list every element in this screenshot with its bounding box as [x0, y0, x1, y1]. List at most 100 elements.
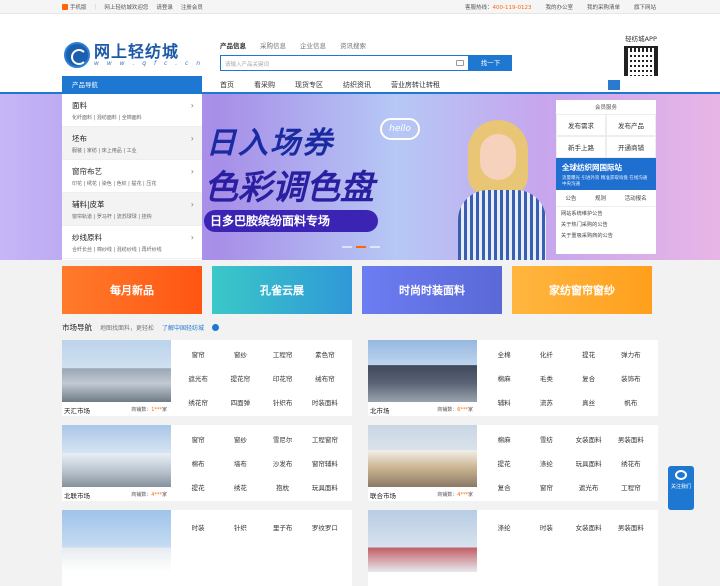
- newbie-guide-button[interactable]: 新手上路: [556, 136, 606, 158]
- market-tag[interactable]: 玩具面料: [568, 451, 610, 475]
- market-tag[interactable]: 窗帘: [177, 427, 219, 451]
- nav-home[interactable]: 首页: [220, 76, 234, 94]
- market-tag[interactable]: 流苏: [525, 390, 567, 414]
- tab-events[interactable]: 活动报名: [625, 194, 647, 202]
- market-tag[interactable]: 毛类: [525, 366, 567, 390]
- my-purchase-menu[interactable]: 我的采购清单: [587, 3, 620, 11]
- market-tag[interactable]: 沙发布: [262, 451, 304, 475]
- category-accessories[interactable]: 辅料|皮革 窗帘轨道 | 罗马杆 | 流苏球球 | 挂钩 ›: [62, 193, 202, 226]
- market-tag[interactable]: 时装面料: [304, 390, 346, 414]
- sites-menu[interactable]: 旗下网站: [634, 3, 656, 11]
- carousel-dot[interactable]: [342, 246, 352, 248]
- market-card[interactable]: 涤纶 时装 女装面料 男装面料: [368, 510, 658, 586]
- market-tag[interactable]: 窗纱: [219, 342, 261, 366]
- market-tag[interactable]: 全棉: [483, 342, 525, 366]
- market-card[interactable]: 联合市场 商铺数：4***家 棉麻 雪纺 女装面料 男装面料 提花 涤纶 玩具面料 绣花布 复…: [368, 425, 658, 501]
- market-tag[interactable]: 帆布: [610, 390, 652, 414]
- market-tag[interactable]: 棉麻: [483, 366, 525, 390]
- market-tag[interactable]: 遮光布: [568, 475, 610, 499]
- market-card[interactable]: 北联市场 商铺数：4***家 窗帘 窗纱 雪尼尔 工程窗帘 棉布 墙布 沙发布 窗帘辅料 提花…: [62, 425, 352, 501]
- card-peacock-expo[interactable]: 孔雀云展: [212, 266, 352, 314]
- market-tag[interactable]: 窗帘: [525, 475, 567, 499]
- card-home-textile[interactable]: 家纺窗帘窗纱: [512, 266, 652, 314]
- tab-notices[interactable]: 公告: [565, 194, 576, 202]
- nav-spot-goods[interactable]: 现货专区: [295, 76, 323, 94]
- market-card[interactable]: 时装 针织 里子布 罗纹罗口: [62, 510, 352, 586]
- market-tag[interactable]: 涤纶: [483, 512, 525, 542]
- open-shop-button[interactable]: 开通商铺: [606, 136, 656, 158]
- market-tag[interactable]: 装饰布: [610, 366, 652, 390]
- market-tag[interactable]: 提花: [483, 451, 525, 475]
- category-yarn[interactable]: 纱线原料 合纤长丝 | 棉纱线 | 混纺纱线 | 再纤纱线 ›: [62, 226, 202, 259]
- market-tag[interactable]: 绒布帘: [304, 366, 346, 390]
- market-tag[interactable]: 提花: [568, 342, 610, 366]
- login-link[interactable]: 请登录: [156, 3, 173, 11]
- info-icon[interactable]: [212, 324, 220, 331]
- market-card[interactable]: 天汇市场 商铺数：1***家 窗帘 窗纱 工程帘 素色帘 遮光布 提花帘 印花帘 绒布帘 绣花…: [62, 340, 352, 416]
- market-tag[interactable]: 时装: [177, 512, 219, 542]
- market-tag[interactable]: 提花帘: [219, 366, 261, 390]
- market-tag[interactable]: 男装面料: [610, 512, 652, 542]
- market-tag[interactable]: 工程帘: [262, 342, 304, 366]
- market-tag[interactable]: 化纤: [525, 342, 567, 366]
- international-site-promo[interactable]: 全球纺织网国际站 流量曝光 引进外资 精准获取询盘 在线沟通 中央沟通: [556, 158, 656, 190]
- nav-purchases[interactable]: 看采购: [254, 76, 275, 94]
- market-tag[interactable]: 真丝: [568, 390, 610, 414]
- flag-icon[interactable]: [608, 80, 620, 90]
- my-office-menu[interactable]: 我的办公室: [545, 3, 573, 11]
- market-tag[interactable]: 工程窗帘: [304, 427, 346, 451]
- tab-rules[interactable]: 规则: [595, 194, 606, 202]
- category-greige[interactable]: 坯布 服装 | 家纺 | 床上用品 | 工业 ›: [62, 127, 202, 160]
- market-tag[interactable]: 绣花帘: [177, 390, 219, 414]
- market-card[interactable]: 北市场 商铺数：6***家 全棉 化纤 提花 弹力布 棉麻 毛类 复合 装饰布 辅料 流苏 真丝帆…: [368, 340, 658, 416]
- post-product-button[interactable]: 发布产品: [606, 114, 656, 136]
- notice-item[interactable]: 关于热门采购的公告: [561, 220, 651, 231]
- mobile-link[interactable]: 手机版: [62, 3, 87, 11]
- search-tab-news[interactable]: 资讯搜索: [340, 40, 366, 50]
- market-tag[interactable]: 时装: [525, 512, 567, 542]
- market-tag[interactable]: 窗纱: [219, 427, 261, 451]
- learn-more-link[interactable]: 了解中国轻纺城: [162, 323, 204, 332]
- market-tag[interactable]: 棉布: [177, 451, 219, 475]
- market-tag[interactable]: 针织: [219, 512, 261, 542]
- nav-shop-transfer[interactable]: 营业房转让转租: [391, 76, 440, 94]
- notice-item[interactable]: 关于重吸采购商的公告: [561, 231, 651, 242]
- follow-us-button[interactable]: 关注我们: [668, 466, 694, 510]
- nav-textile-news[interactable]: 纺织资讯: [343, 76, 371, 94]
- market-tag[interactable]: 女装面料: [568, 512, 610, 542]
- carousel-dot-active[interactable]: [356, 246, 366, 248]
- search-tab-companies[interactable]: 企业信息: [300, 40, 326, 50]
- market-tag[interactable]: 针织布: [262, 390, 304, 414]
- register-link[interactable]: 注册会员: [181, 3, 203, 11]
- camera-icon[interactable]: [456, 60, 464, 66]
- carousel-dot[interactable]: [370, 246, 380, 248]
- market-tag[interactable]: 四面弹: [219, 390, 261, 414]
- product-nav-button[interactable]: 产品导航: [62, 76, 202, 94]
- market-tag[interactable]: 复合: [568, 366, 610, 390]
- market-tag[interactable]: 棉麻: [483, 427, 525, 451]
- market-tag[interactable]: 弹力布: [610, 342, 652, 366]
- market-tag[interactable]: 涤纶: [525, 451, 567, 475]
- market-tag[interactable]: 雪纺: [525, 427, 567, 451]
- market-tag[interactable]: 女装面料: [568, 427, 610, 451]
- market-tag[interactable]: 抱枕: [262, 475, 304, 499]
- market-tag[interactable]: 遮光布: [177, 366, 219, 390]
- card-fashion-fabric[interactable]: 时尚时装面料: [362, 266, 502, 314]
- market-tag[interactable]: 玩具面料: [304, 475, 346, 499]
- category-curtain[interactable]: 窗帘布艺 印花 | 绣花 | 染色 | 色织 | 提花 | 压花 ›: [62, 160, 202, 193]
- market-tag[interactable]: 雪尼尔: [262, 427, 304, 451]
- market-tag[interactable]: 绣花布: [610, 451, 652, 475]
- market-tag[interactable]: 工程帘: [610, 475, 652, 499]
- market-tag[interactable]: 印花帘: [262, 366, 304, 390]
- market-tag[interactable]: 辅料: [483, 390, 525, 414]
- market-tag[interactable]: 窗帘: [177, 342, 219, 366]
- search-tab-products[interactable]: 产品信息: [220, 40, 246, 50]
- search-tab-purchases[interactable]: 采购信息: [260, 40, 286, 50]
- card-monthly-new[interactable]: 每月新品: [62, 266, 202, 314]
- notice-item[interactable]: 网站系统维护公告: [561, 209, 651, 220]
- site-logo[interactable]: 网上轻纺城 w w w . q f c . c n: [64, 42, 203, 68]
- market-tag[interactable]: 里子布: [262, 512, 304, 542]
- market-tag[interactable]: 墙布: [219, 451, 261, 475]
- search-button[interactable]: 找一下: [469, 55, 512, 71]
- market-tag[interactable]: 绣花: [219, 475, 261, 499]
